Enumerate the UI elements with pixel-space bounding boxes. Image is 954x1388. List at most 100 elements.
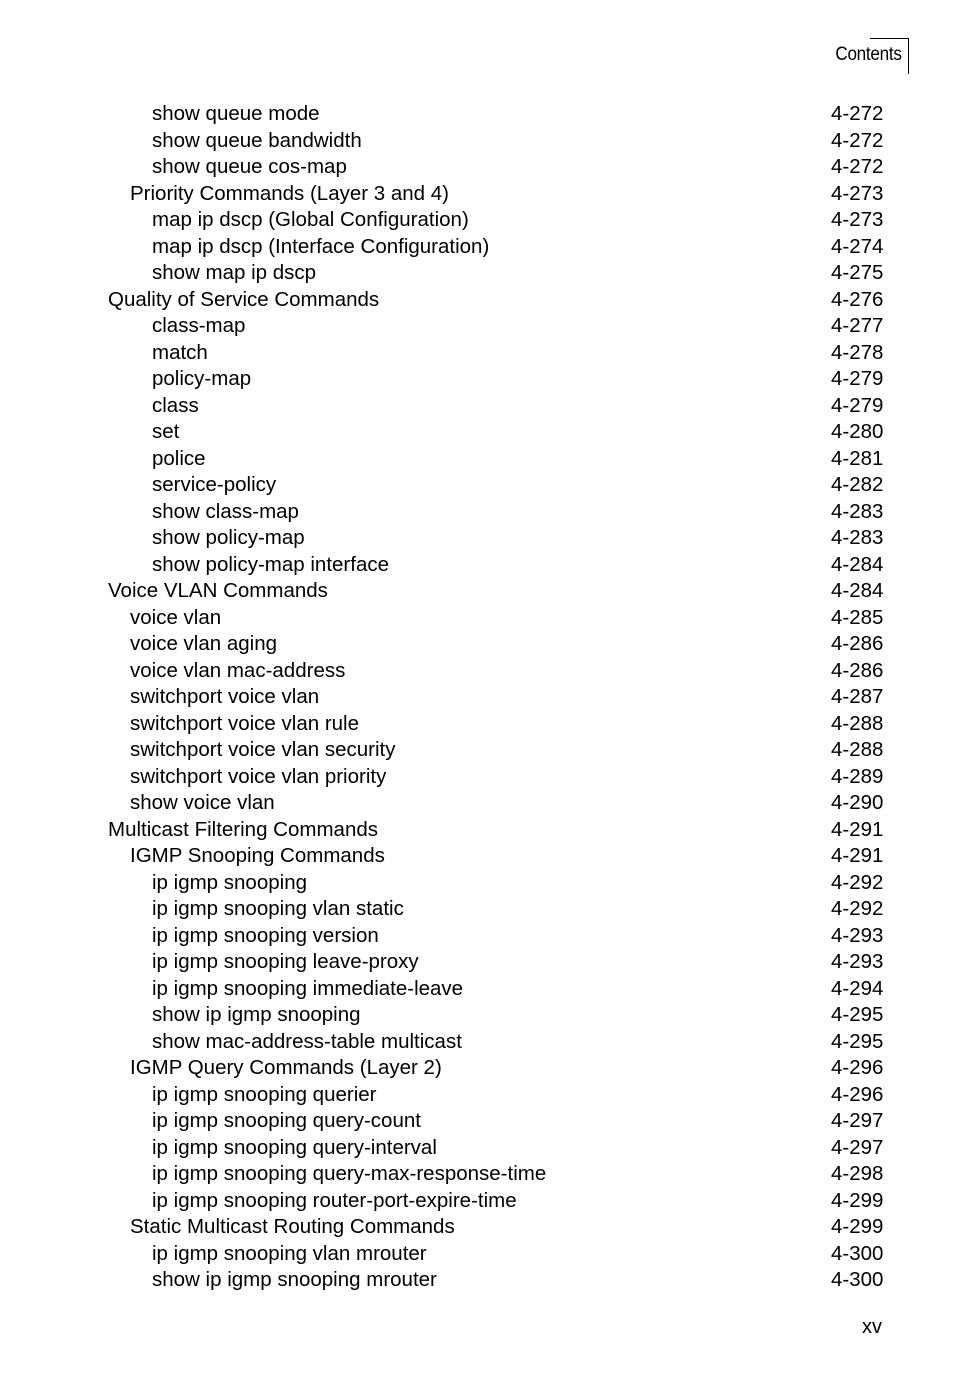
toc-entry[interactable]: switchport voice vlan rule 4-288 [0,711,954,738]
toc-entry[interactable]: switchport voice vlan security 4-288 [0,737,954,764]
toc-entry[interactable]: Priority Commands (Layer 3 and 4) 4-273 [0,181,954,208]
toc-entry-label: show mac-address-table multicast [152,1029,462,1053]
toc-entry[interactable]: service-policy 4-282 [0,472,954,499]
toc-entry-page-ref: 4-273 [831,181,884,205]
toc-entry-page-ref: 4-279 [831,367,884,390]
toc-entry-page-ref: 4-273 [831,208,884,231]
toc-entry-label: ip igmp snooping vlan mrouter [152,1241,427,1265]
toc-entry[interactable]: voice vlan 4-285 [0,605,954,632]
toc-entry[interactable]: ip igmp snooping immediate-leave 4-294 [0,976,954,1003]
toc-entry-page-ref: 4-290 [831,791,884,814]
toc-entry-page-ref: 4-296 [831,1082,884,1106]
toc-entry-label: voice vlan mac-address [130,658,346,682]
toc-entry[interactable]: Multicast Filtering Commands 4-291 [0,817,954,844]
toc-entry[interactable]: ip igmp snooping version 4-293 [0,923,954,950]
running-header-title: Contents [835,44,903,65]
toc-entry[interactable]: show ip igmp snooping mrouter 4-300 [0,1267,954,1294]
toc-entry[interactable]: class-map 4-277 [0,313,954,340]
toc-entry-page-ref: 4-288 [831,711,884,735]
toc-entry-page-ref: 4-292 [831,897,884,920]
toc-entry[interactable]: show queue cos-map 4-272 [0,154,954,181]
toc-entry-page-ref: 4-286 [831,632,884,655]
toc-entry[interactable]: ip igmp snooping query-max-response-time… [0,1161,954,1188]
toc-entry[interactable]: voice vlan mac-address 4-286 [0,658,954,685]
toc-entry-label: IGMP Snooping Commands [130,844,385,867]
toc-entry[interactable]: IGMP Query Commands (Layer 2) 4-296 [0,1055,954,1082]
toc-entry-page-ref: 4-275 [831,261,884,284]
toc-entry[interactable]: Static Multicast Routing Commands 4-299 [0,1214,954,1241]
toc-entry-label: show voice vlan [130,791,275,814]
toc-entry[interactable]: ip igmp snooping query-count 4-297 [0,1108,954,1135]
toc-entry[interactable]: ip igmp snooping vlan mrouter 4-300 [0,1241,954,1268]
toc-entry[interactable]: ip igmp snooping query-interval 4-297 [0,1135,954,1162]
toc-entry-label: match [152,340,208,364]
toc-entry-label: show queue mode [152,102,320,125]
toc-entry-label: ip igmp snooping query-count [152,1109,421,1132]
toc-entry-page-ref: 4-281 [831,446,884,470]
toc-entry[interactable]: set 4-280 [0,419,954,446]
toc-entry[interactable]: show voice vlan 4-290 [0,790,954,817]
toc-entry-label: ip igmp snooping querier [152,1082,377,1106]
toc-entry-page-ref: 4-284 [831,552,884,576]
toc-entry-label: show ip igmp snooping mrouter [152,1268,437,1291]
toc-entry[interactable]: Voice VLAN Commands 4-284 [0,578,954,605]
toc-entry-label: service-policy [152,473,277,496]
toc-entry-page-ref: 4-299 [831,1188,884,1212]
toc-entry-page-ref: 4-291 [831,844,884,867]
toc-entry[interactable]: ip igmp snooping leave-proxy 4-293 [0,949,954,976]
toc-entry[interactable]: class 4-279 [0,393,954,420]
toc-entry-page-ref: 4-286 [831,658,884,682]
toc-entry[interactable]: policy-map 4-279 [0,366,954,393]
toc-entry[interactable]: ip igmp snooping 4-292 [0,870,954,897]
toc-entry[interactable]: ip igmp snooping vlan static 4-292 [0,896,954,923]
toc-entry-label: policy-map [152,367,252,390]
toc-entry[interactable]: police 4-281 [0,446,954,473]
toc-entry-label: ip igmp snooping router-port-expire-time [152,1188,517,1212]
toc-entry[interactable]: show queue bandwidth 4-272 [0,128,954,155]
toc-entry[interactable]: IGMP Snooping Commands 4-291 [0,843,954,870]
table-of-contents: show queue mode 4-272 show queue bandwid… [0,101,954,1294]
toc-entry-page-ref: 4-289 [831,764,884,788]
toc-entry-label: ip igmp snooping vlan static [152,897,404,920]
toc-entry-page-ref: 4-293 [831,950,884,973]
toc-entry-label: switchport voice vlan rule [130,711,360,735]
toc-entry-page-ref: 4-285 [831,605,884,629]
toc-entry-label: ip igmp snooping [152,870,307,894]
toc-entry-page-ref: 4-293 [831,923,884,947]
toc-entry-page-ref: 4-283 [831,526,884,549]
toc-entry[interactable]: ip igmp snooping querier 4-296 [0,1082,954,1109]
toc-entry-page-ref: 4-295 [831,1003,884,1026]
toc-entry-label: IGMP Query Commands (Layer 2) [130,1056,442,1079]
toc-entry[interactable]: show mac-address-table multicast 4-295 [0,1029,954,1056]
toc-entry[interactable]: switchport voice vlan priority 4-289 [0,764,954,791]
toc-entry-label: ip igmp snooping version [152,923,379,947]
toc-entry[interactable]: show policy-map interface 4-284 [0,552,954,579]
toc-entry-page-ref: 4-299 [831,1215,884,1238]
toc-entry-page-ref: 4-292 [831,870,884,894]
toc-entry-page-ref: 4-274 [831,234,884,258]
toc-entry-label: voice vlan [130,605,222,629]
toc-entry[interactable]: Quality of Service Commands 4-276 [0,287,954,314]
toc-entry-label: show ip igmp snooping [152,1003,361,1026]
toc-entry-page-ref: 4-276 [831,287,884,311]
toc-entry[interactable]: switchport voice vlan 4-287 [0,684,954,711]
toc-entry[interactable]: match 4-278 [0,340,954,367]
toc-entry-page-ref: 4-287 [831,685,884,708]
toc-entry[interactable]: map ip dscp (Interface Configuration) 4-… [0,234,954,261]
toc-entry[interactable]: show queue mode 4-272 [0,101,954,128]
toc-entry-page-ref: 4-297 [831,1135,884,1159]
toc-entry-label: Voice VLAN Commands [108,579,328,602]
toc-entry[interactable]: show policy-map 4-283 [0,525,954,552]
toc-entry-label: show map ip dscp [152,261,317,284]
toc-entry[interactable]: voice vlan aging 4-286 [0,631,954,658]
toc-entry-page-ref: 4-272 [831,128,884,152]
toc-entry[interactable]: ip igmp snooping router-port-expire-time… [0,1188,954,1215]
toc-entry[interactable]: show class-map 4-283 [0,499,954,526]
toc-entry[interactable]: show map ip dscp 4-275 [0,260,954,287]
toc-entry[interactable]: show ip igmp snooping 4-295 [0,1002,954,1029]
toc-entry-label: Multicast Filtering Commands [108,817,378,841]
toc-entry-label: ip igmp snooping immediate-leave [152,976,464,1000]
toc-entry-label: show class-map [152,499,299,523]
toc-entry[interactable]: map ip dscp (Global Configuration) 4-273 [0,207,954,234]
toc-entry-label: switchport voice vlan priority [130,764,387,788]
